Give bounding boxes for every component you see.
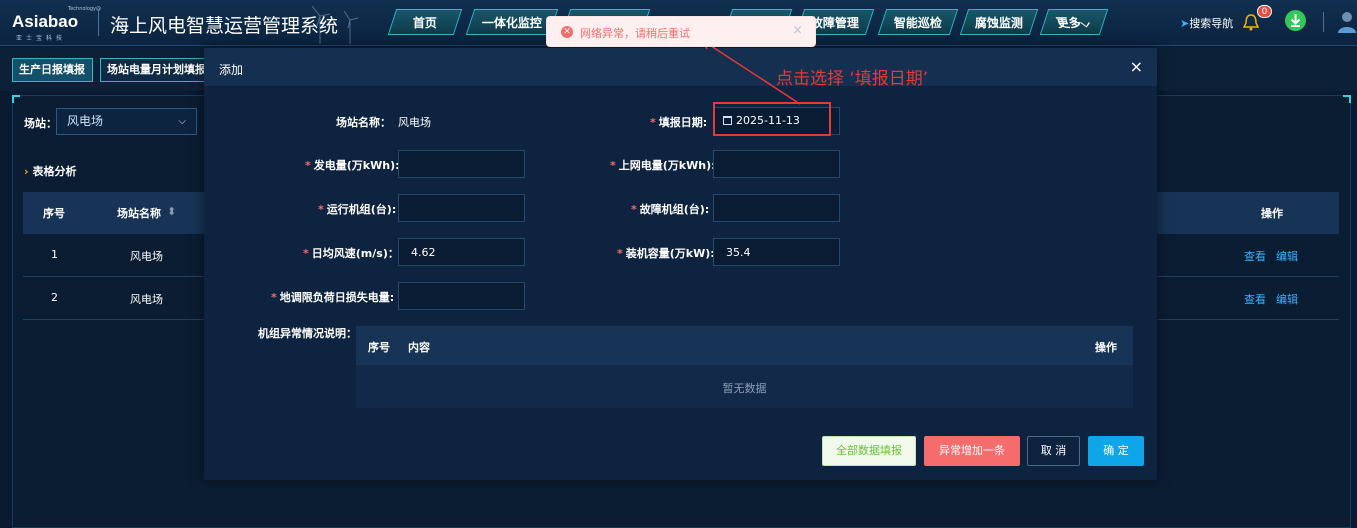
generation-input[interactable]	[398, 150, 525, 178]
error-toast: ✕ 网络异常，请稍后重试 ×	[546, 16, 816, 47]
toast-message: 网络异常，请稍后重试	[580, 27, 690, 40]
nav-smart-inspection-label: 智能巡检	[893, 15, 942, 30]
dialog-header: 添加 ×	[204, 48, 1157, 86]
view-link[interactable]: 查看	[1244, 248, 1266, 264]
edit-link[interactable]: 编辑	[1276, 291, 1298, 307]
row-index: 2	[51, 291, 58, 304]
col-index: 序号	[43, 207, 65, 220]
logo-divider	[98, 10, 99, 36]
grid-power-label-text: 上网电量(万kWh):	[618, 159, 716, 172]
running-units-label: * 运行机组(台):	[318, 203, 397, 216]
station-name-label: 场站名称：	[336, 116, 391, 129]
running-units-label-text: 运行机组(台):	[326, 203, 397, 216]
anomaly-col-index: 序号	[368, 341, 390, 354]
station-name-value: 风电场	[398, 116, 431, 129]
section-title: › 表格分析	[24, 163, 77, 179]
row-index: 1	[51, 248, 58, 261]
anomaly-table-header: 序号 内容 操作	[356, 326, 1133, 365]
col-actions: 操作	[1261, 207, 1283, 220]
panel-corner-tr	[1343, 95, 1351, 103]
send-icon: ➤	[1180, 17, 1190, 30]
add-anomaly-button[interactable]: 异常增加一条	[924, 436, 1020, 466]
loss-input[interactable]	[398, 282, 525, 310]
running-units-input[interactable]	[398, 194, 525, 222]
chevron-right-icon: ›	[24, 165, 29, 178]
anomaly-table-body: 暂无数据	[356, 365, 1133, 408]
col-station-name: 场站名称	[117, 207, 161, 220]
nav-corrosion-monitoring[interactable]: 腐蚀监测	[959, 9, 1039, 35]
edit-link[interactable]: 编辑	[1276, 248, 1298, 264]
nav-home-label: 首页	[412, 15, 437, 30]
confirm-button[interactable]: 确 定	[1088, 436, 1144, 466]
grid-power-label: * 上网电量(万kWh):	[610, 159, 716, 172]
generation-label: * 发电量(万kWh):	[305, 159, 400, 172]
panel-corner-tl	[12, 95, 20, 103]
error-icon: ✕	[561, 26, 573, 38]
alarm-bell-icon[interactable]	[1243, 13, 1259, 31]
empty-state-text: 暂无数据	[722, 382, 767, 395]
tab-daily-report[interactable]: 生产日报填报	[12, 58, 93, 82]
nav-fault-management-label: 故障管理	[810, 15, 859, 30]
search-nav-button[interactable]: ➤搜索导航	[1180, 15, 1233, 31]
nav-integrated-monitoring[interactable]: 一体化监控	[465, 9, 559, 35]
anomaly-label: 机组异常情况说明：	[258, 327, 357, 340]
station-filter-value: 风电场	[67, 114, 104, 128]
fault-units-label: * 故障机组(台):	[631, 203, 710, 216]
dialog-title: 添加	[219, 63, 244, 77]
nav-smart-inspection[interactable]: 智能巡检	[877, 9, 959, 35]
station-filter-label: 场站：	[24, 117, 57, 130]
anomaly-col-content: 内容	[408, 341, 430, 354]
loss-label: * 地调限负荷日损失电量:	[271, 291, 395, 304]
fill-all-button[interactable]: 全部数据填报	[822, 436, 916, 466]
close-icon[interactable]: ×	[792, 23, 803, 38]
capacity-label-text: 装机容量(万kW):	[625, 247, 715, 260]
nav-home[interactable]: 首页	[387, 9, 463, 35]
grid-power-input[interactable]	[713, 150, 840, 178]
fault-units-label-text: 故障机组(台):	[639, 203, 710, 216]
wind-speed-input[interactable]	[398, 238, 525, 266]
row-station: 风电场	[130, 293, 163, 306]
company-logo: Technology@ Asiabao 亚士宝科技	[10, 6, 101, 42]
windmill-decoration-icon	[311, 5, 359, 44]
generation-label-text: 发电量(万kWh):	[313, 159, 400, 172]
capacity-label: * 装机容量(万kW):	[617, 247, 715, 260]
cancel-button[interactable]: 取 消	[1027, 436, 1080, 466]
report-date-label-text: 填报日期:	[658, 116, 708, 129]
station-filter-select[interactable]: 风电场 ⌵	[56, 108, 197, 135]
wind-speed-label: * 日均风速(m/s)：	[303, 247, 399, 260]
wind-speed-label-text: 日均风速(m/s)：	[311, 247, 399, 260]
view-link[interactable]: 查看	[1244, 291, 1266, 307]
annotation-text: 点击选择 ‘填报日期’	[776, 69, 929, 89]
tab-monthly-plan[interactable]: 场站电量月计划填报	[100, 58, 212, 82]
sort-icon[interactable]: ⬍	[167, 205, 176, 218]
nav-more[interactable]: 更多 ⌵	[1039, 9, 1109, 35]
row-station: 风电场	[130, 250, 163, 263]
download-icon[interactable]	[1285, 10, 1306, 31]
close-icon[interactable]: ×	[1130, 57, 1143, 76]
loss-label-text: 地调限负荷日损失电量:	[279, 291, 395, 304]
capacity-input[interactable]	[713, 238, 840, 266]
nav-corrosion-monitoring-label: 腐蚀监测	[974, 15, 1023, 30]
nav-integrated-monitoring-label: 一体化监控	[481, 15, 542, 30]
header-divider	[1323, 12, 1324, 32]
anomaly-col-actions: 操作	[1095, 341, 1117, 354]
notification-badge: 0	[1257, 5, 1272, 18]
chevron-down-icon: ⌵	[178, 116, 186, 127]
search-nav-label: 搜索导航	[1189, 17, 1234, 30]
section-title-text: 表格分析	[32, 165, 77, 178]
user-avatar-icon[interactable]	[1337, 11, 1357, 33]
logo-main-text: Asiabao	[12, 12, 79, 31]
logo-cn-text: 亚士宝科技	[16, 35, 67, 42]
report-date-label: * 填报日期:	[650, 116, 708, 129]
fault-units-input[interactable]	[713, 194, 840, 222]
add-dialog: 添加 ×	[204, 48, 1157, 480]
